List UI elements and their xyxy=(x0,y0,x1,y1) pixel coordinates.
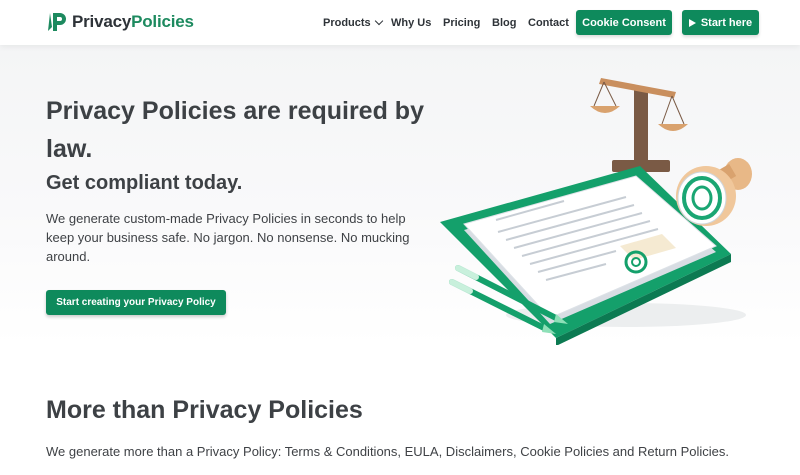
nav-pricing-wrap: Pricing xyxy=(443,0,480,45)
nav-item-products[interactable]: Products xyxy=(323,17,371,29)
section-title: More than Privacy Policies xyxy=(46,396,363,424)
cookie-consent-button[interactable]: Cookie Consent xyxy=(576,10,672,35)
start-creating-button[interactable]: Start creating your Privacy Policy xyxy=(46,290,226,315)
hero-subtitle: Get compliant today. xyxy=(46,172,243,194)
hero-description: We generate custom-made Privacy Policies… xyxy=(46,211,410,264)
start-creating-label: Start creating your Privacy Policy xyxy=(56,297,216,308)
nav-item-blog[interactable]: Blog xyxy=(492,17,516,29)
nav-why-us-wrap: Why Us xyxy=(391,0,431,45)
stamp-icon xyxy=(676,158,752,226)
nav-contact-wrap: Contact xyxy=(528,0,569,45)
site-header: PrivacyPolicies Products Why Us Pricing … xyxy=(0,0,800,45)
logo-icon xyxy=(48,13,66,31)
chevron-down-icon xyxy=(374,16,383,25)
legal-document-illustration xyxy=(440,78,752,345)
scale-of-justice-icon xyxy=(590,78,688,172)
nav-item-why-us[interactable]: Why Us xyxy=(391,17,431,29)
nav-item-contact[interactable]: Contact xyxy=(528,17,569,29)
hero-title: Privacy Policies are required by law. xyxy=(46,97,424,163)
play-icon xyxy=(688,18,696,27)
nav-blog-wrap: Blog xyxy=(492,0,516,45)
nav-products[interactable]: Products xyxy=(323,0,383,45)
cookie-consent-label: Cookie Consent xyxy=(582,16,666,29)
start-here-label: Start here xyxy=(700,16,753,29)
brand-logo[interactable]: PrivacyPolicies xyxy=(46,10,194,34)
brand-name: PrivacyPolicies xyxy=(72,12,194,31)
nav-item-pricing[interactable]: Pricing xyxy=(443,17,480,29)
section-description: We generate more than a Privacy Policy: … xyxy=(46,444,730,459)
start-here-button[interactable]: Start here xyxy=(682,10,759,35)
